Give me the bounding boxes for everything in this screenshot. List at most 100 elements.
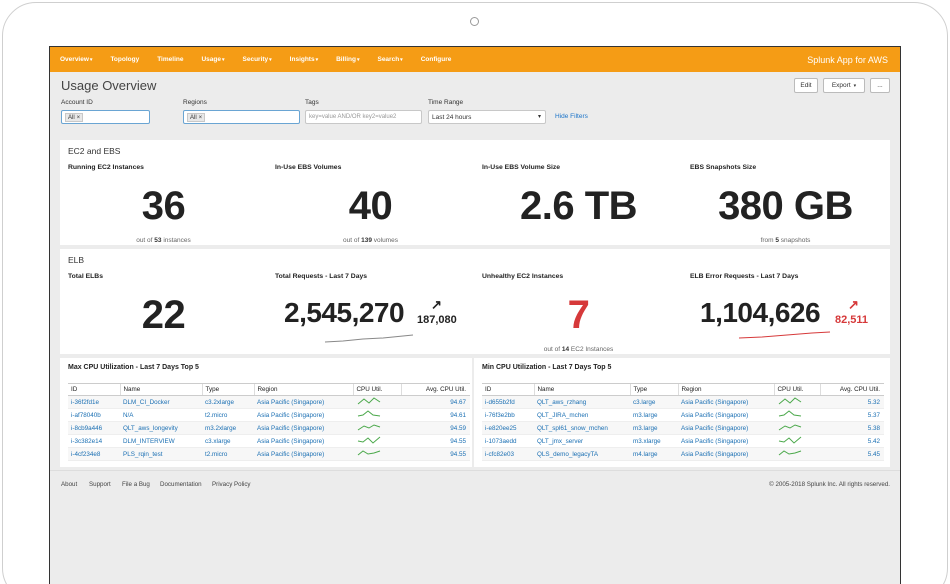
instance-id-cell[interactable]: i-d655b2fd <box>482 395 534 409</box>
avg-cpu-cell[interactable]: 5.45 <box>820 447 884 461</box>
table-row[interactable]: i-af78040b N/A t2.micro Asia Pacific (Singa… <box>68 408 470 422</box>
avg-cpu-cell[interactable]: 5.37 <box>820 408 884 422</box>
nav-item-insights[interactable]: Insights▾ <box>290 56 318 63</box>
column-header[interactable]: CPU Util. <box>773 383 820 396</box>
account-id-input[interactable]: All × <box>61 110 150 124</box>
table-row[interactable]: i-76f3e2bb QLT_JIRA_mchen m3.large Asia Pac… <box>482 408 884 422</box>
region-cell[interactable]: Asia Pacific (Singapore) <box>678 434 774 448</box>
avg-cpu-cell[interactable]: 94.61 <box>401 408 470 422</box>
nav-item-overview[interactable]: Overview▾ <box>60 56 92 63</box>
instance-name-cell[interactable]: QLT_JIRA_mchen <box>534 408 630 422</box>
column-header[interactable]: CPU Util. <box>352 383 401 396</box>
instance-id-cell[interactable]: i-4cf234e8 <box>68 447 120 461</box>
avg-cpu-cell[interactable]: 5.38 <box>820 421 884 435</box>
export-label: Export <box>831 82 851 89</box>
table-row[interactable]: i-d655b2fd QLT_aws_rzhang c3.large Asia Pac… <box>482 395 884 409</box>
edit-button[interactable]: Edit <box>794 78 818 93</box>
footer-link-support[interactable]: Support <box>89 481 111 488</box>
instance-name-cell[interactable]: N/A <box>120 408 202 422</box>
nav-item-topology[interactable]: Topology <box>110 56 139 63</box>
instance-id-cell[interactable]: i-e820ee25 <box>482 421 534 435</box>
instance-id-cell[interactable]: i-cfc82e03 <box>482 447 534 461</box>
hide-filters-link[interactable]: Hide Filters <box>555 113 588 120</box>
nav-item-search[interactable]: Search▾ <box>377 56 402 63</box>
instance-type-cell[interactable]: m3.large <box>630 408 678 422</box>
instance-id-cell[interactable]: i-af78040b <box>68 408 120 422</box>
table-row[interactable]: i-8cb9a446 QLT_aws_longevity m3.2xlarge Asi… <box>68 421 470 435</box>
nav-item-timeline[interactable]: Timeline <box>157 56 183 63</box>
footer-link-privacy-policy[interactable]: Privacy Policy <box>212 481 251 488</box>
close-icon[interactable]: × <box>77 115 81 121</box>
instance-id-cell[interactable]: i-8cb9a446 <box>68 421 120 435</box>
column-header[interactable]: Avg. CPU Util. <box>819 383 884 396</box>
table-row[interactable]: i-36f2fd1e DLM_CI_Docker c3.2xlarge Asia Pa… <box>68 395 470 409</box>
instance-type-cell[interactable]: m3.2xlarge <box>202 421 254 435</box>
region-cell[interactable]: Asia Pacific (Singapore) <box>254 447 353 461</box>
region-cell[interactable]: Asia Pacific (Singapore) <box>678 408 774 422</box>
avg-cpu-cell[interactable]: 94.55 <box>401 447 470 461</box>
instance-name-cell[interactable]: QLS_demo_legacyTA <box>534 447 630 461</box>
instance-type-cell[interactable]: c3.large <box>630 395 678 409</box>
footer-link-documentation[interactable]: Documentation <box>160 481 202 488</box>
instance-name-cell[interactable]: PLS_rqin_test <box>120 447 202 461</box>
footer-link-file-a-bug[interactable]: File a Bug <box>122 481 150 488</box>
instance-type-cell[interactable]: c3.2xlarge <box>202 395 254 409</box>
instance-type-cell[interactable]: m4.large <box>630 447 678 461</box>
close-icon[interactable]: × <box>199 115 203 121</box>
export-button[interactable]: Export ▾ <box>823 78 865 93</box>
region-cell[interactable]: Asia Pacific (Singapore) <box>254 395 353 409</box>
table-row[interactable]: i-4cf234e8 PLS_rqin_test t2.micro Asia Paci… <box>68 447 470 461</box>
table-row[interactable]: i-3c382e14 DLM_INTERVIEW c3.xlarge Asia Pac… <box>68 434 470 448</box>
column-header[interactable]: Region <box>677 383 774 396</box>
instance-name-cell[interactable]: QLT_aws_longevity <box>120 421 202 435</box>
region-cell[interactable]: Asia Pacific (Singapore) <box>678 421 774 435</box>
column-header[interactable]: Type <box>629 383 678 396</box>
region-cell[interactable]: Asia Pacific (Singapore) <box>678 447 774 461</box>
column-header[interactable]: Region <box>253 383 353 396</box>
tags-input[interactable]: key=value AND/OR key2=value2 <box>305 110 422 124</box>
region-cell[interactable]: Asia Pacific (Singapore) <box>254 434 353 448</box>
table-row[interactable]: i-1073aedd QLT_jmx_server m3.xlarge Asia Pa… <box>482 434 884 448</box>
instance-type-cell[interactable]: m3.xlarge <box>630 434 678 448</box>
column-header[interactable]: Name <box>119 383 202 396</box>
stat-label: Running EC2 Instances <box>68 164 144 171</box>
instance-type-cell[interactable]: c3.xlarge <box>202 434 254 448</box>
table-row[interactable]: i-cfc82e03 QLS_demo_legacyTA m4.large Asia … <box>482 447 884 461</box>
avg-cpu-cell[interactable]: 94.55 <box>401 434 470 448</box>
instance-name-cell[interactable]: QLT_spl61_snow_mchen <box>534 421 630 435</box>
column-header[interactable]: ID <box>68 383 120 396</box>
instance-type-cell[interactable]: m3.large <box>630 421 678 435</box>
column-header[interactable]: Type <box>201 383 254 396</box>
column-header[interactable]: Avg. CPU Util. <box>400 383 470 396</box>
footer-link-about[interactable]: About <box>61 481 77 488</box>
column-header[interactable]: Name <box>533 383 630 396</box>
nav-item-security[interactable]: Security▾ <box>243 56 272 63</box>
region-cell[interactable]: Asia Pacific (Singapore) <box>254 408 353 422</box>
instance-id-cell[interactable]: i-3c382e14 <box>68 434 120 448</box>
table-row[interactable]: i-e820ee25 QLT_spl61_snow_mchen m3.large As… <box>482 421 884 435</box>
account-token[interactable]: All × <box>65 112 84 122</box>
avg-cpu-cell[interactable]: 94.59 <box>401 421 470 435</box>
avg-cpu-cell[interactable]: 5.42 <box>820 434 884 448</box>
more-button[interactable]: ... <box>870 78 890 93</box>
instance-name-cell[interactable]: DLM_CI_Docker <box>120 395 202 409</box>
nav-item-configure[interactable]: Configure <box>421 56 452 63</box>
instance-id-cell[interactable]: i-36f2fd1e <box>68 395 120 409</box>
avg-cpu-cell[interactable]: 5.32 <box>820 395 884 409</box>
nav-item-usage[interactable]: Usage▾ <box>201 56 224 63</box>
regions-input[interactable]: All × <box>183 110 300 124</box>
instance-id-cell[interactable]: i-1073aedd <box>482 434 534 448</box>
instance-name-cell[interactable]: QLT_jmx_server <box>534 434 630 448</box>
region-cell[interactable]: Asia Pacific (Singapore) <box>254 421 353 435</box>
time-range-select[interactable]: Last 24 hours ▾ <box>428 110 546 124</box>
instance-type-cell[interactable]: t2.micro <box>202 447 254 461</box>
nav-item-billing[interactable]: Billing▾ <box>336 56 359 63</box>
avg-cpu-cell[interactable]: 94.67 <box>401 395 470 409</box>
column-header[interactable]: ID <box>482 383 534 396</box>
regions-token[interactable]: All × <box>187 112 206 122</box>
instance-type-cell[interactable]: t2.micro <box>202 408 254 422</box>
instance-name-cell[interactable]: DLM_INTERVIEW <box>120 434 202 448</box>
instance-name-cell[interactable]: QLT_aws_rzhang <box>534 395 630 409</box>
instance-id-cell[interactable]: i-76f3e2bb <box>482 408 534 422</box>
region-cell[interactable]: Asia Pacific (Singapore) <box>678 395 774 409</box>
